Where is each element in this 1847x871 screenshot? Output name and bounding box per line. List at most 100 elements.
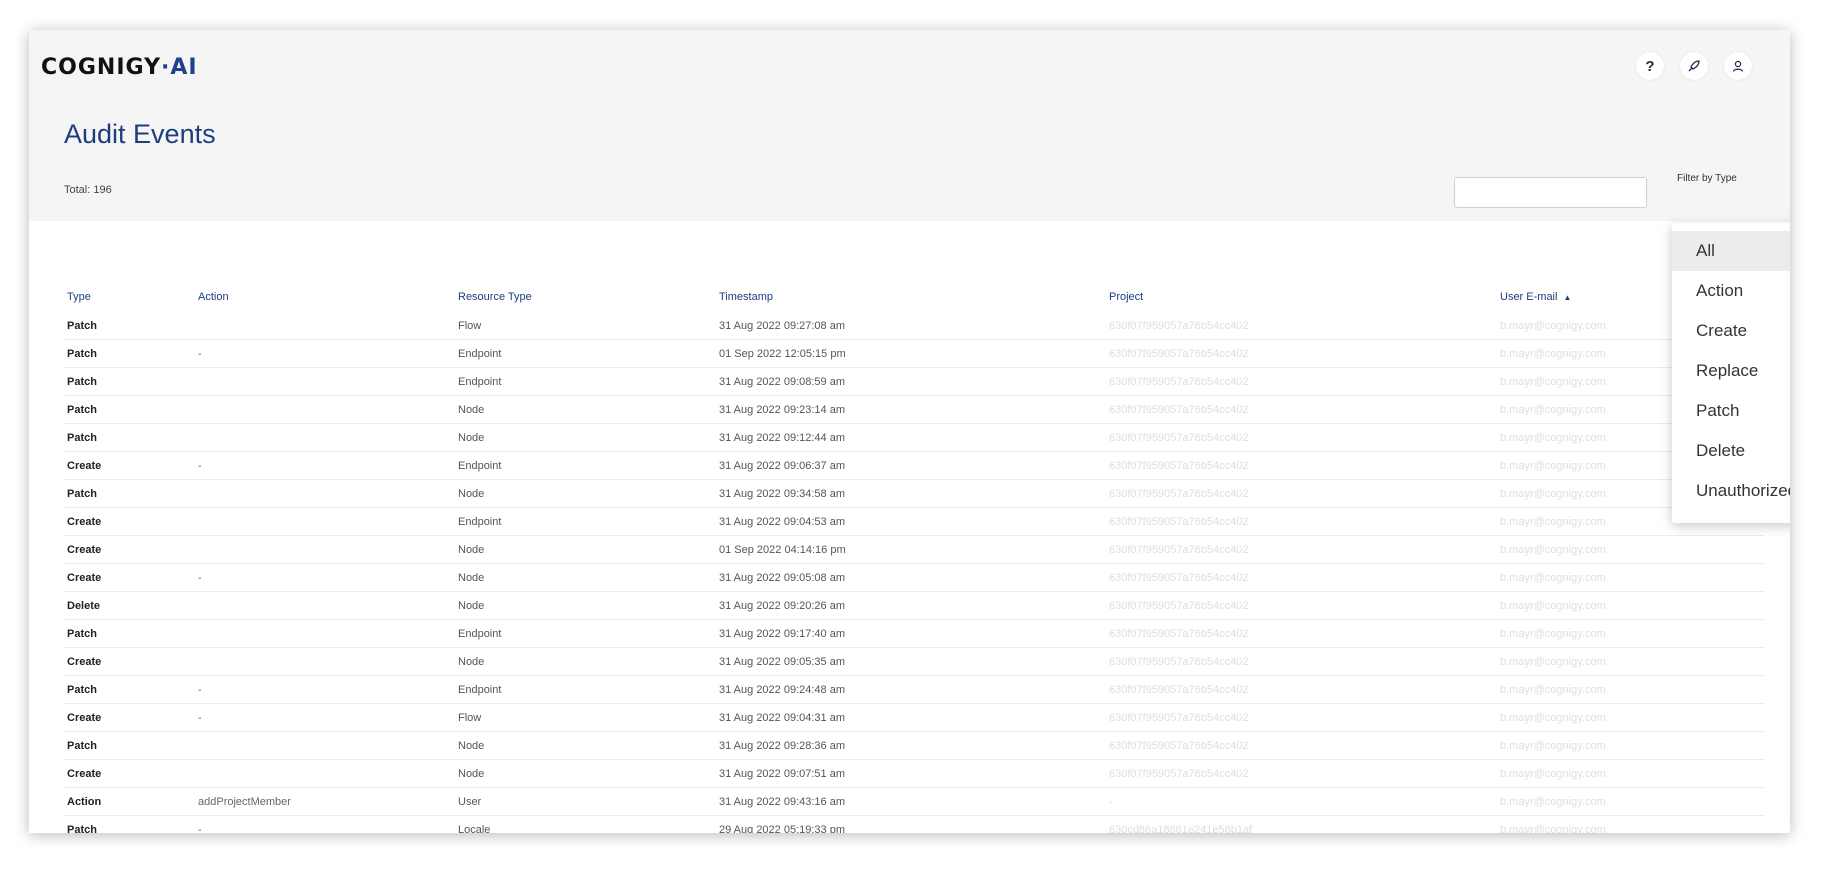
cell-action [195, 535, 455, 564]
cell-resource-type: Flow [455, 703, 716, 732]
table-row[interactable]: Patch Node 31 Aug 2022 09:23:14 am 630f07f9… [64, 395, 1764, 424]
cell-type: Patch [64, 423, 195, 452]
filter-option-replace[interactable]: Replace [1672, 351, 1790, 391]
table-row[interactable]: Create - Endpoint 31 Aug 2022 09:06:37 am 63… [64, 451, 1764, 480]
cell-project: 630f07f959057a76b54cc402 [1106, 563, 1497, 592]
cell-timestamp: 31 Aug 2022 09:04:53 am [716, 507, 1106, 536]
table-row[interactable]: Patch Flow 31 Aug 2022 09:27:08 am 630f07f9… [64, 312, 1764, 340]
cell-timestamp: 31 Aug 2022 09:43:16 am [716, 787, 1106, 816]
cell-action [195, 479, 455, 508]
table-row[interactable]: Patch - Endpoint 31 Aug 2022 09:24:48 am 630… [64, 675, 1764, 704]
table-row[interactable]: Action addProjectMember User 31 Aug 2022 09… [64, 787, 1764, 816]
cell-project: 630f07f959057a76b54cc402 [1106, 423, 1497, 452]
cell-action: - [195, 451, 455, 480]
table-row[interactable]: Patch Endpoint 31 Aug 2022 09:17:40 am 630f… [64, 619, 1764, 648]
cell-timestamp: 31 Aug 2022 09:34:58 am [716, 479, 1106, 508]
cell-project: 630f07f959057a76b54cc402 [1106, 759, 1497, 788]
help-icon[interactable]: ? [1636, 52, 1664, 80]
table-row[interactable]: Patch - Locale 29 Aug 2022 05:19:33 pm 630cd… [64, 815, 1764, 833]
cell-action [195, 395, 455, 424]
cell-project: 630f07f959057a76b54cc402 [1106, 703, 1497, 732]
cell-project: 630f07f959057a76b54cc402 [1106, 675, 1497, 704]
cell-type: Patch [64, 312, 195, 340]
rocket-icon[interactable] [1680, 52, 1708, 80]
cell-timestamp: 31 Aug 2022 09:05:08 am [716, 563, 1106, 592]
cell-action: - [195, 339, 455, 368]
filter-option-unauthorized[interactable]: Unauthorized [1672, 471, 1790, 511]
cell-project: - [1106, 787, 1497, 816]
cell-action [195, 591, 455, 620]
cell-type: Patch [64, 731, 195, 760]
cell-type: Patch [64, 339, 195, 368]
col-header-type[interactable]: Type [64, 282, 195, 312]
cell-project: 630f07f959057a76b54cc402 [1106, 591, 1497, 620]
table-row[interactable]: Delete Node 31 Aug 2022 09:20:26 am 630f07f… [64, 591, 1764, 620]
cell-project: 630f07f959057a76b54cc402 [1106, 731, 1497, 760]
filter-option-all[interactable]: All [1672, 231, 1790, 271]
cell-type: Patch [64, 479, 195, 508]
cell-user-email: b.mayr@cognigy.com [1497, 647, 1764, 676]
table-row[interactable]: Create Node 01 Sep 2022 04:14:16 pm 630f07f… [64, 535, 1764, 564]
user-icon[interactable] [1724, 52, 1752, 80]
filter-type-dropdown: All Action Create Replace Patch Delete Unautho… [1672, 223, 1790, 523]
cell-resource-type: Node [455, 535, 716, 564]
cell-type: Patch [64, 395, 195, 424]
cell-resource-type: Endpoint [455, 619, 716, 648]
cell-timestamp: 31 Aug 2022 09:07:51 am [716, 759, 1106, 788]
table-row[interactable]: Patch - Endpoint 01 Sep 2022 12:05:15 pm 630… [64, 339, 1764, 368]
cell-action: - [195, 675, 455, 704]
cell-type: Create [64, 451, 195, 480]
col-header-timestamp[interactable]: Timestamp [716, 282, 1106, 312]
cell-timestamp: 31 Aug 2022 09:27:08 am [716, 312, 1106, 340]
cell-action: - [195, 703, 455, 732]
table-row[interactable]: Create - Flow 31 Aug 2022 09:04:31 am 630f07… [64, 703, 1764, 732]
cell-action [195, 367, 455, 396]
cell-resource-type: Node [455, 423, 716, 452]
cell-action: - [195, 815, 455, 833]
cell-timestamp: 31 Aug 2022 09:20:26 am [716, 591, 1106, 620]
cell-action [195, 312, 455, 340]
table-row[interactable]: Patch Node 31 Aug 2022 09:12:44 am 630f07f9… [64, 423, 1764, 452]
cell-timestamp: 01 Sep 2022 12:05:15 pm [716, 339, 1106, 368]
filter-option-action[interactable]: Action [1672, 271, 1790, 311]
table-row[interactable]: Create Node 31 Aug 2022 09:05:35 am 630f07f… [64, 647, 1764, 676]
cell-type: Patch [64, 815, 195, 833]
cell-user-email: b.mayr@cognigy.com [1497, 563, 1764, 592]
table-row[interactable]: Patch Node 31 Aug 2022 09:28:36 am 630f07f9… [64, 731, 1764, 760]
col-header-project[interactable]: Project [1106, 282, 1497, 312]
cell-resource-type: Node [455, 731, 716, 760]
filter-option-delete[interactable]: Delete [1672, 431, 1790, 471]
filter-by-type-label: Filter by Type [1677, 173, 1737, 184]
cell-action: - [195, 563, 455, 592]
cell-project: 630cd86a18661e241e58b1af [1106, 815, 1497, 833]
filter-option-create[interactable]: Create [1672, 311, 1790, 351]
cell-timestamp: 31 Aug 2022 09:12:44 am [716, 423, 1106, 452]
cell-user-email: b.mayr@cognigy.com [1497, 759, 1764, 788]
sort-ascending-icon[interactable]: ▲ [1563, 293, 1571, 302]
table-row[interactable]: Create - Node 31 Aug 2022 09:05:08 am 630f07… [64, 563, 1764, 592]
cell-user-email: b.mayr@cognigy.com [1497, 731, 1764, 760]
cell-timestamp: 31 Aug 2022 09:04:31 am [716, 703, 1106, 732]
cell-user-email: b.mayr@cognigy.com [1497, 815, 1764, 833]
filter-search-input[interactable] [1454, 177, 1647, 208]
cell-user-email: b.mayr@cognigy.com [1497, 703, 1764, 732]
table-header-row: Type Action Resource Type Timestamp Proj… [64, 282, 1764, 312]
table-row[interactable]: Patch Endpoint 31 Aug 2022 09:08:59 am 630f… [64, 367, 1764, 396]
cell-timestamp: 31 Aug 2022 09:05:35 am [716, 647, 1106, 676]
col-header-action[interactable]: Action [195, 282, 455, 312]
col-header-resource-type[interactable]: Resource Type [455, 282, 716, 312]
cell-resource-type: Node [455, 563, 716, 592]
cell-action [195, 759, 455, 788]
table-row[interactable]: Patch Node 31 Aug 2022 09:34:58 am 630f07f9… [64, 479, 1764, 508]
header-icons: ? [1636, 52, 1752, 80]
cognigy-logo[interactable]: COGNIGY·AI [41, 55, 198, 80]
table-row[interactable]: Create Endpoint 31 Aug 2022 09:04:53 am 630… [64, 507, 1764, 536]
cell-action [195, 507, 455, 536]
cell-type: Create [64, 535, 195, 564]
cell-timestamp: 31 Aug 2022 09:24:48 am [716, 675, 1106, 704]
filter-option-patch[interactable]: Patch [1672, 391, 1790, 431]
app-window: COGNIGY·AI ? Audit Events Total: 196 Fil… [29, 30, 1790, 833]
page-header-area: COGNIGY·AI ? Audit Events Total: 196 Fil… [29, 30, 1790, 221]
table-row[interactable]: Create Node 31 Aug 2022 09:07:51 am 630f07f… [64, 759, 1764, 788]
cell-type: Patch [64, 367, 195, 396]
